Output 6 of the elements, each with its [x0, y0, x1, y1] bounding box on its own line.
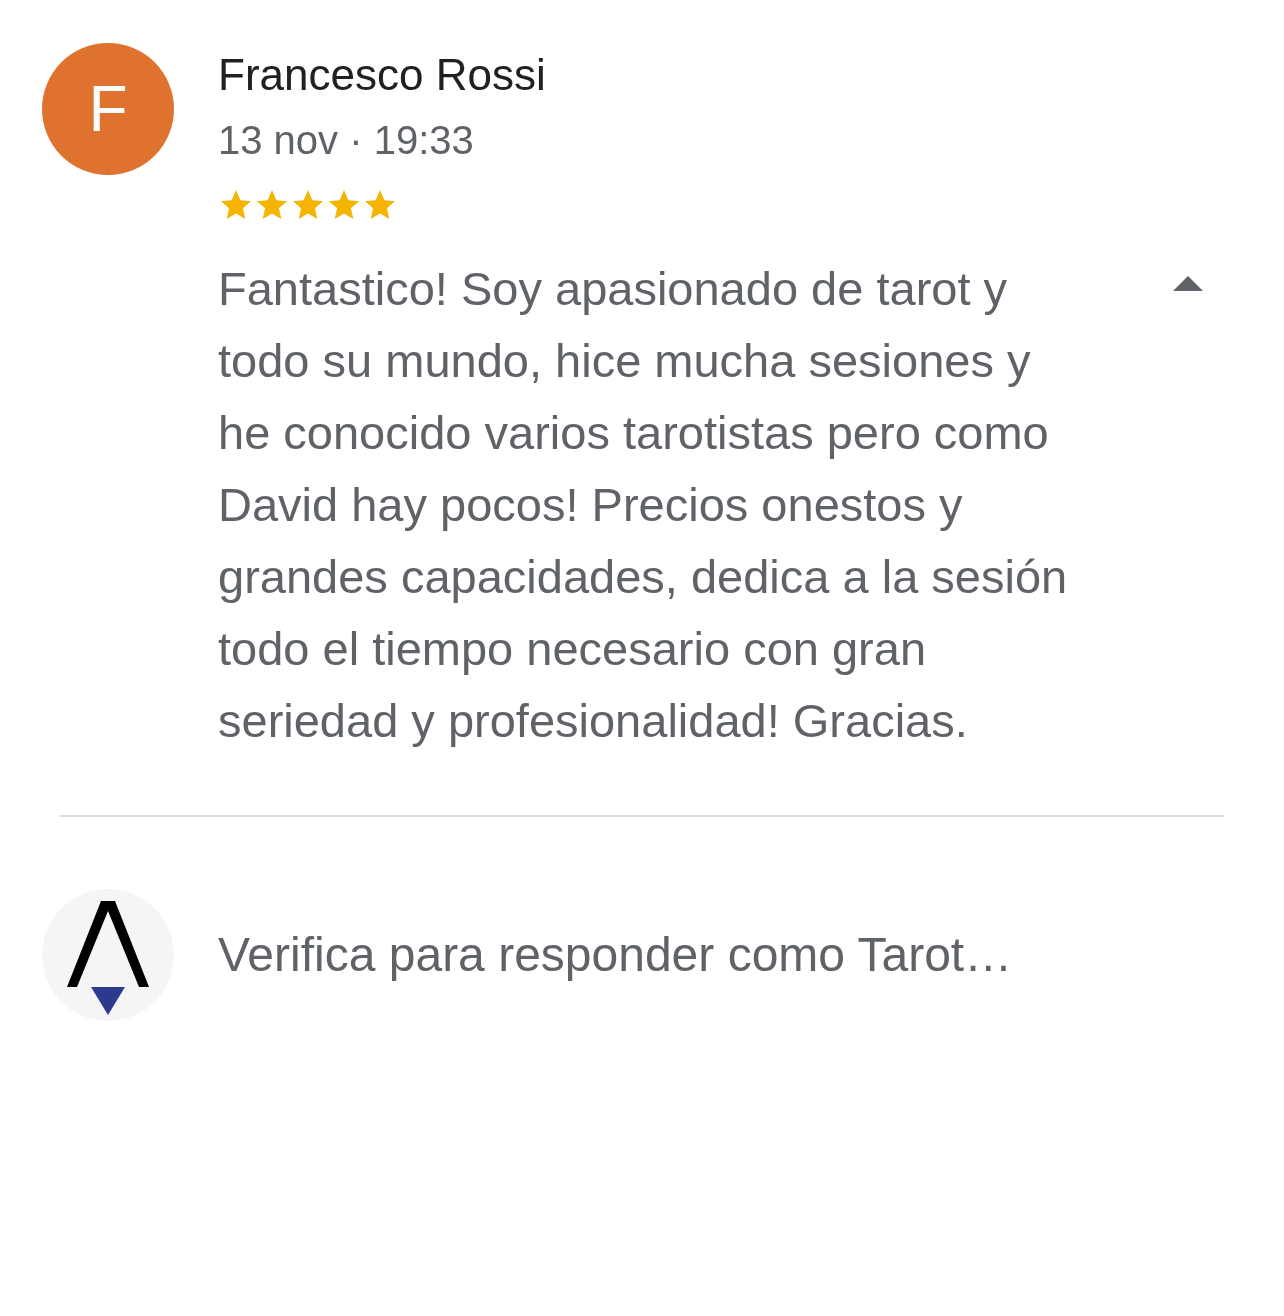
- author-name: Francesco Rossi: [218, 49, 547, 101]
- review-text: Fantastico! Soy apasionado de tarot y todo su mundo, hice mucha sesiones y he conocido varios tarotistas pero como David hay pocos! Precios onestos y grandes capacidades, dedica a la sesión todo el tiempo necesario con gran seriedad y profesionalidad! Gracias.: [218, 261, 1068, 749]
- avatar: F: [42, 43, 174, 175]
- caret-icon: [1172, 274, 1204, 292]
- reply-field[interactable]: Verifica para responder como Tarot…: [218, 919, 1013, 991]
- review-date: 13 nov · 19:33: [218, 117, 475, 164]
